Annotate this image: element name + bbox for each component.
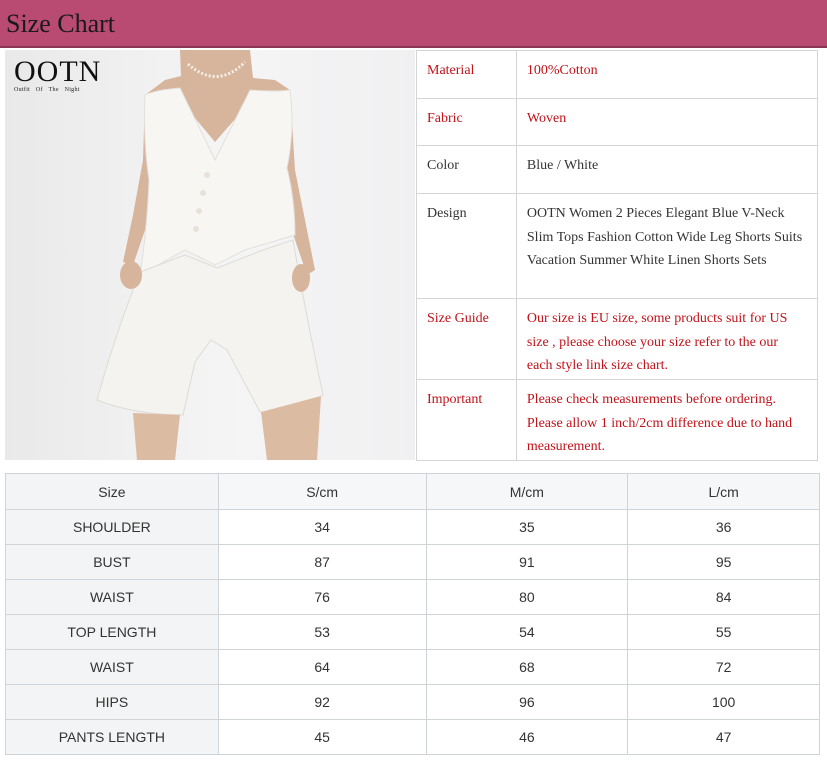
info-row-color: Color Blue / White — [416, 145, 819, 194]
info-value: Our size is EU size, some products suit … — [515, 298, 819, 380]
info-key: Design — [416, 193, 517, 299]
header-banner: Size Chart — [0, 0, 827, 48]
measurement-label: PANTS LENGTH — [5, 719, 219, 755]
table-row: SHOULDER 34 35 36 — [5, 509, 820, 545]
logo-wordmark: OOTN — [14, 55, 102, 88]
size-s-value: 45 — [217, 719, 427, 755]
size-s-value: 87 — [217, 544, 427, 580]
info-key: Important — [416, 379, 517, 461]
info-row-material: Material 100%Cotton — [416, 50, 819, 99]
measurement-label: SHOULDER — [5, 509, 219, 545]
table-row: TOP LENGTH 53 54 55 — [5, 614, 820, 650]
info-row-size-guide: Size Guide Our size is EU size, some pro… — [416, 298, 819, 380]
measurement-label: HIPS — [5, 684, 219, 720]
table-row: WAIST 64 68 72 — [5, 649, 820, 685]
info-value: 100%Cotton — [515, 50, 819, 99]
size-m-value: 54 — [425, 614, 629, 650]
info-value: Please check measurements before orderin… — [515, 379, 819, 461]
size-s-value: 76 — [217, 579, 427, 615]
size-l-value: 95 — [627, 544, 820, 580]
measurement-label: WAIST — [5, 649, 219, 685]
info-value: Woven — [515, 98, 819, 146]
size-s-value: 53 — [217, 614, 427, 650]
size-l-column-header: L/cm — [627, 473, 820, 510]
size-s-value: 92 — [217, 684, 427, 720]
info-key: Size Guide — [416, 298, 517, 380]
model-illustration — [96, 50, 415, 460]
size-m-value: 91 — [425, 544, 629, 580]
table-row: HIPS 92 96 100 — [5, 684, 820, 720]
info-key: Material — [416, 50, 517, 99]
measurement-label: TOP LENGTH — [5, 614, 219, 650]
size-l-value: 55 — [627, 614, 820, 650]
product-info-table: Material 100%Cotton Fabric Woven Color B… — [416, 50, 819, 461]
info-row-important: Important Please check measurements befo… — [416, 379, 819, 461]
page-title: Size Chart — [6, 9, 116, 38]
size-m-value: 35 — [425, 509, 629, 545]
info-key: Color — [416, 145, 517, 194]
size-s-value: 64 — [217, 649, 427, 685]
size-l-value: 72 — [627, 649, 820, 685]
info-value: Blue / White — [515, 145, 819, 194]
product-photo: OOTN Outfit Of The Night — [5, 50, 415, 460]
info-row-fabric: Fabric Woven — [416, 98, 819, 146]
size-header-row: Size S/cm M/cm L/cm — [5, 473, 820, 510]
info-key: Fabric — [416, 98, 517, 146]
size-m-value: 96 — [425, 684, 629, 720]
size-m-value: 68 — [425, 649, 629, 685]
info-row-design: Design OOTN Women 2 Pieces Elegant Blue … — [416, 193, 819, 299]
size-column-header: Size — [5, 473, 219, 510]
table-row: WAIST 76 80 84 — [5, 579, 820, 615]
size-s-value: 34 — [217, 509, 427, 545]
size-l-value: 36 — [627, 509, 820, 545]
size-m-value: 46 — [425, 719, 629, 755]
brand-logo: OOTN Outfit Of The Night — [14, 55, 104, 94]
size-l-value: 100 — [627, 684, 820, 720]
measurement-label: WAIST — [5, 579, 219, 615]
size-l-value: 84 — [627, 579, 820, 615]
size-m-value: 80 — [425, 579, 629, 615]
size-m-column-header: M/cm — [425, 473, 629, 510]
size-chart-table: Size S/cm M/cm L/cm SHOULDER 34 35 36 BU… — [5, 473, 820, 755]
table-row: BUST 87 91 95 — [5, 544, 820, 580]
size-l-value: 47 — [627, 719, 820, 755]
info-value: OOTN Women 2 Pieces Elegant Blue V-Neck … — [515, 193, 819, 299]
measurement-label: BUST — [5, 544, 219, 580]
table-row: PANTS LENGTH 45 46 47 — [5, 719, 820, 755]
size-s-column-header: S/cm — [217, 473, 427, 510]
